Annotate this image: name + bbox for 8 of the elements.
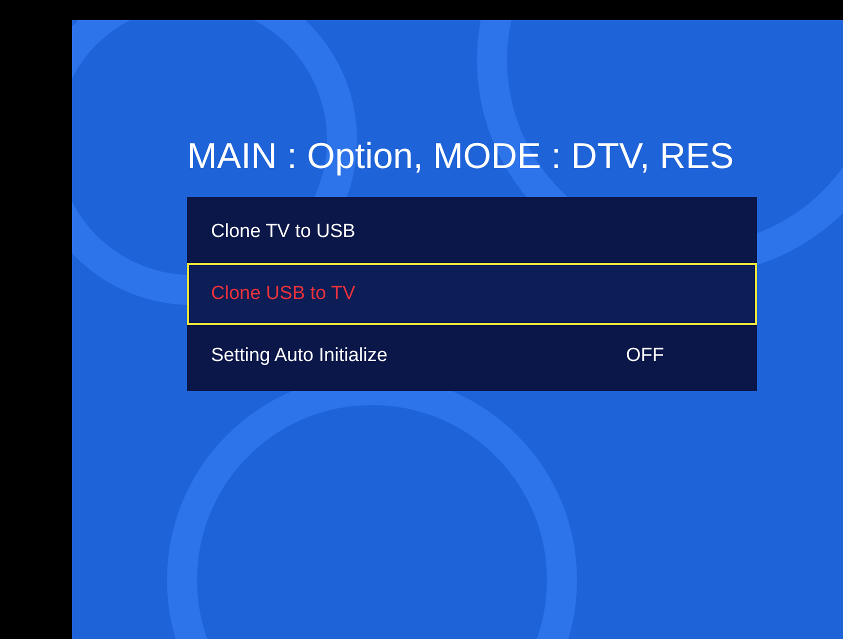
- menu-item[interactable]: Clone USB to TV: [187, 263, 757, 325]
- menu-item-label: Setting Auto Initialize: [211, 344, 388, 368]
- menu-item-value: OFF: [626, 344, 664, 368]
- menu-item-label: Clone USB to TV: [211, 282, 356, 306]
- menu-item-label: Clone TV to USB: [211, 220, 356, 244]
- header-title: MAIN : Option, MODE : DTV, RES: [187, 138, 735, 174]
- menu-item[interactable]: Setting Auto Initialize OFF: [187, 325, 757, 387]
- menu-item[interactable]: Clone TV to USB: [187, 201, 757, 263]
